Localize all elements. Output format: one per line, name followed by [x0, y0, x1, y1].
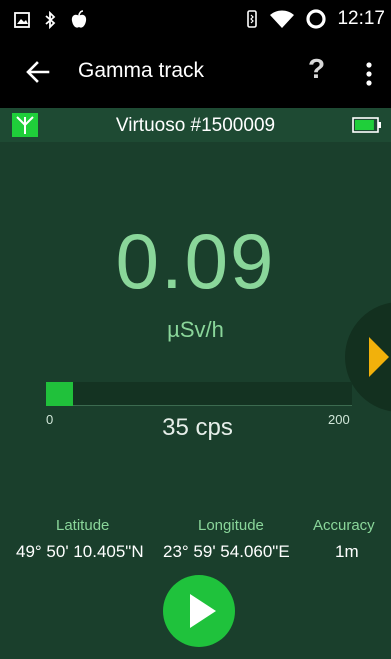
- measurement-panel: 0.09 µSv/h 0 200 35 cps Latitude Longitu…: [0, 142, 391, 659]
- vibrate-icon: [247, 10, 258, 28]
- device-bar: Virtuoso #1500009: [0, 108, 391, 142]
- page-title: Gamma track: [78, 59, 205, 82]
- start-track-button[interactable]: [163, 575, 235, 647]
- app-bar: Gamma track ?: [0, 38, 391, 108]
- back-arrow-icon[interactable]: [24, 58, 52, 86]
- count-rate-bar: [46, 382, 352, 406]
- bluetooth-icon: [45, 11, 56, 29]
- longitude-label: Longitude: [198, 517, 264, 534]
- longitude-value: 23° 59' 54.060"E: [163, 542, 290, 561]
- status-time: 12:17: [337, 8, 385, 29]
- battery-level: [355, 120, 374, 130]
- help-button[interactable]: ?: [308, 53, 325, 85]
- wifi-icon: [270, 10, 295, 28]
- battery-icon: [352, 117, 381, 133]
- accuracy-label: Accuracy: [313, 517, 375, 534]
- status-bar: 12:17: [0, 0, 391, 38]
- image-notification-icon: [14, 12, 30, 28]
- play-icon: [190, 594, 216, 628]
- count-rate-value: 35 cps: [162, 414, 233, 441]
- latitude-label: Latitude: [56, 517, 110, 534]
- apple-notification-icon: [71, 10, 87, 28]
- overflow-menu-icon[interactable]: [362, 60, 376, 88]
- latitude-value: 49° 50' 10.405"N: [16, 542, 144, 561]
- chevron-right-icon: [369, 337, 389, 377]
- dose-rate-value: 0.09: [115, 217, 276, 305]
- accuracy-value: 1m: [335, 542, 359, 561]
- status-notifications: [14, 10, 88, 30]
- dose-rate-unit: µSv/h: [167, 317, 224, 342]
- ring-status-icon: [306, 9, 327, 29]
- device-name: Virtuoso #1500009: [115, 115, 276, 136]
- status-system: 12:17: [245, 8, 385, 30]
- count-rate-bar-fill: [46, 382, 73, 406]
